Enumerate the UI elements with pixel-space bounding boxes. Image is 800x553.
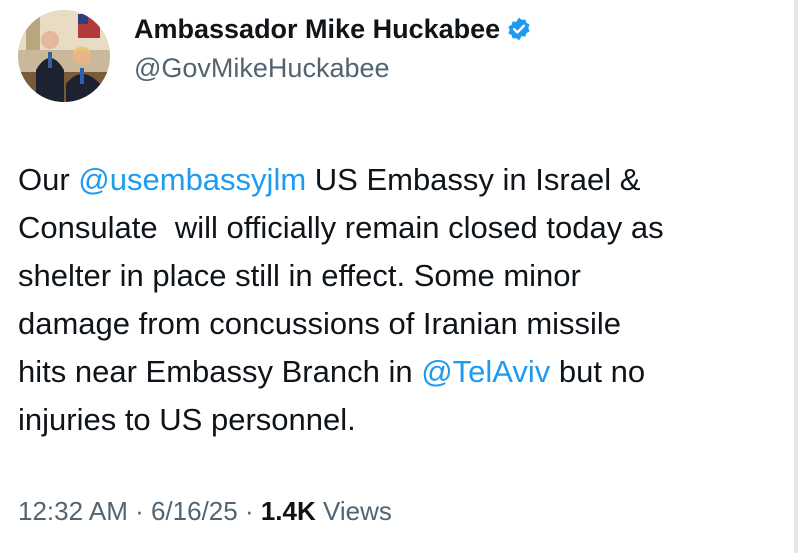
tweet-meta: 12:32 AM · 6/16/25 · 1.4K Views — [18, 494, 392, 528]
tweet-header: Ambassador Mike Huckabee @GovMikeHuckabe… — [18, 10, 532, 102]
author-name-row[interactable]: Ambassador Mike Huckabee — [134, 12, 532, 46]
views-count[interactable]: 1.4K — [261, 496, 316, 526]
tweet-line: Consulate will officially remain closed … — [18, 204, 788, 252]
author-handle[interactable]: @GovMikeHuckabee — [134, 50, 532, 86]
views-label[interactable]: Views — [316, 496, 392, 526]
avatar[interactable] — [18, 10, 110, 102]
tweet-text-segment: damage from concussions of Iranian missi… — [18, 306, 622, 341]
verified-badge-icon — [506, 16, 532, 42]
tweet-text-segment: Consulate will officially remain closed … — [18, 210, 664, 245]
meta-separator: · — [127, 496, 151, 526]
tweet-line: hits near Embassy Branch in @TelAviv but… — [18, 348, 788, 396]
scrollbar[interactable] — [794, 0, 798, 553]
tweet-text-segment: Our — [18, 162, 79, 197]
tweet-text-segment: shelter in place still in effect. Some m… — [18, 258, 581, 293]
tweet-date[interactable]: 6/16/25 — [151, 496, 238, 526]
tweet-line: injuries to US personnel. — [18, 396, 788, 444]
mention-link[interactable]: @TelAviv — [421, 354, 550, 389]
avatar-photo — [18, 10, 110, 102]
tweet-text-segment: but no — [550, 354, 646, 389]
author-identity: Ambassador Mike Huckabee @GovMikeHuckabe… — [134, 12, 532, 86]
tweet-text-segment: US Embassy in Israel & — [306, 162, 641, 197]
tweet-time[interactable]: 12:32 AM — [18, 496, 128, 526]
tweet-line: shelter in place still in effect. Some m… — [18, 252, 788, 300]
tweet-line: Our @usembassyjlm US Embassy in Israel & — [18, 156, 788, 204]
meta-separator: · — [237, 496, 261, 526]
author-display-name[interactable]: Ambassador Mike Huckabee — [134, 12, 500, 46]
tweet-text-segment: injuries to US personnel. — [18, 402, 356, 437]
tweet-text: Our @usembassyjlm US Embassy in Israel &… — [18, 156, 788, 444]
tweet-text-segment: hits near Embassy Branch in — [18, 354, 422, 389]
mention-link[interactable]: @usembassyjlm — [78, 162, 306, 197]
tweet-line: damage from concussions of Iranian missi… — [18, 300, 788, 348]
